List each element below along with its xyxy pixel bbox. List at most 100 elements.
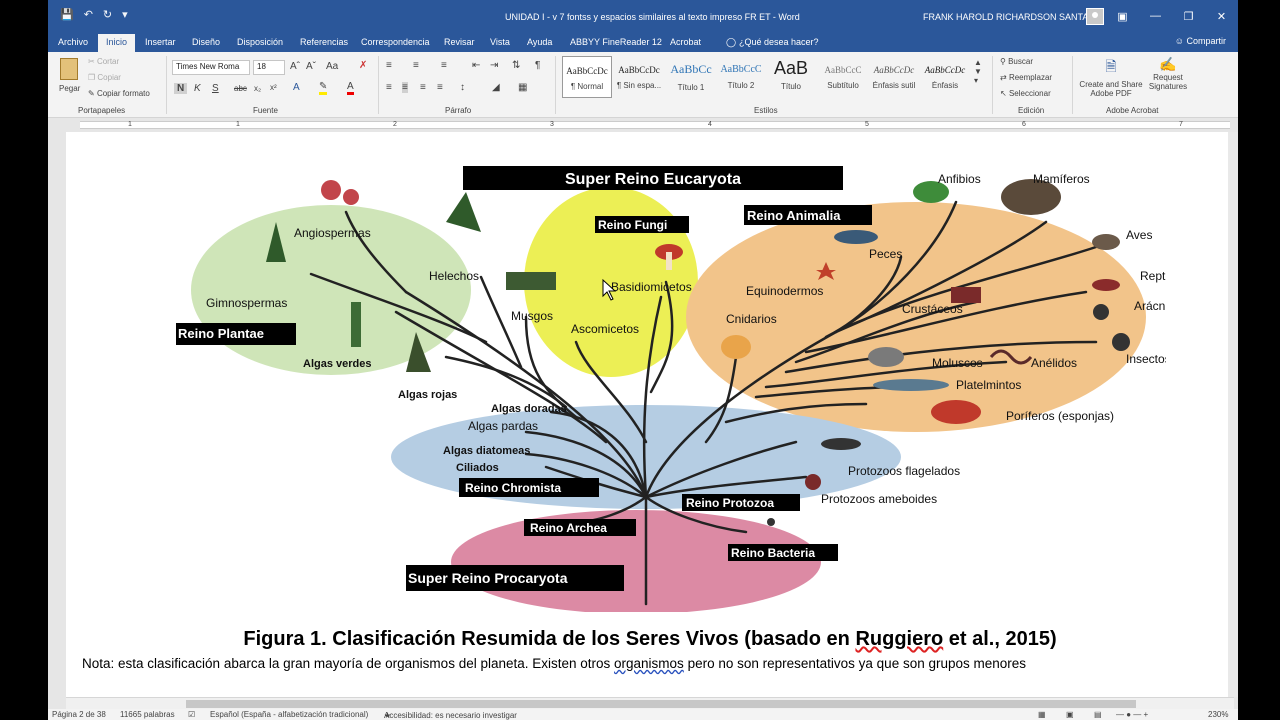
decrease-indent-icon[interactable]: ⇤ [472,60,480,71]
redo-icon[interactable]: ↻ [103,8,112,21]
align-left-icon[interactable]: ≡ [386,82,392,93]
minimize-icon[interactable]: — [1139,0,1172,32]
document-page[interactable]: Super Reino Eucaryota Reino Plantae Rein… [66,132,1234,697]
style-heading-2[interactable]: AaBbCcC Título 2 [716,56,766,98]
bullets-icon[interactable]: ≡ [386,60,392,71]
align-right-icon[interactable]: ≡ [420,82,426,93]
format-painter-button[interactable]: ✎ Copiar formato [88,89,150,98]
tab-abbyy[interactable]: ABBYY FineReader 12 [562,34,670,52]
protozoa-label: Protozoos flagelados [848,464,960,478]
tab-acrobat[interactable]: Acrobat [662,34,709,52]
pilcrow-icon[interactable]: ¶ [535,60,540,71]
word-window: 💾 ↶ ↻ ▾ UNIDAD I - v 7 fontss y espacios… [48,0,1238,720]
superscript-icon[interactable]: x² [270,83,277,92]
copy-button[interactable]: ❐ Copiar [88,73,121,82]
vertical-scrollbar[interactable] [1228,132,1238,697]
text-effects-icon[interactable]: A [293,82,300,93]
style-emphasis[interactable]: AaBbCcDc Énfasis [920,56,970,98]
close-icon[interactable]: ✕ [1205,0,1238,32]
tell-me-search[interactable]: ¿Qué desea hacer? [731,34,827,52]
tab-disposicion[interactable]: Disposición [229,34,291,52]
figure-caption: Figura 1. Clasificación Resumida de los … [66,628,1234,651]
horizontal-ruler[interactable]: 1 1 2 3 4 5 6 7 [48,118,1238,132]
numbering-icon[interactable]: ≡ [413,60,419,71]
zoom-slider[interactable]: — ● — + [1116,710,1148,719]
clear-format-icon[interactable]: ✗ [359,60,367,71]
snail-icon [868,347,904,367]
grow-font-icon[interactable]: Aˆ [290,61,300,72]
style-heading-1[interactable]: AaBbCc Título 1 [666,56,716,98]
ribbon-tabs: Archivo Inicio Insertar Diseño Disposici… [48,32,1238,52]
user-name[interactable]: FRANK HAROLD RICHARDSON SANTANA [923,12,1101,22]
tab-insertar[interactable]: Insertar [137,34,184,52]
proofing-icon[interactable]: ☑ [188,710,195,719]
web-layout-icon[interactable]: ▤ [1094,710,1102,719]
language-indicator[interactable]: Español (España - alfabetización tradici… [210,710,368,719]
font-color-icon[interactable]: A [347,82,354,95]
style-name: Título 1 [677,83,705,92]
tab-inicio[interactable]: Inicio [98,34,136,52]
replace-button[interactable]: ⇄ Reemplazar [1000,73,1052,82]
bold-icon[interactable]: N [174,83,188,94]
change-case-icon[interactable]: Aa [326,61,338,72]
save-icon[interactable]: 💾 [60,8,74,21]
animal-label: Insectos [1126,352,1166,366]
ruler-number: 1 [128,121,132,128]
horizontal-scrollbar[interactable] [66,697,1234,709]
tab-ayuda[interactable]: Ayuda [519,34,560,52]
tab-correspondencia[interactable]: Correspondencia [353,34,438,52]
style-name: Título 2 [727,81,755,90]
kingdom-fungi-label: Reino Fungi [598,218,667,232]
style-title[interactable]: AaB Título [766,56,816,98]
style-no-spacing[interactable]: AaBbCcDc ¶ Sin espa... [614,56,664,98]
shading-icon[interactable]: ◢ [492,82,500,93]
create-pdf-button[interactable]: 🗎 Create and Share Adobe PDF [1078,56,1144,104]
shrink-font-icon[interactable]: Aˇ [306,61,316,72]
increase-indent-icon[interactable]: ⇥ [490,60,498,71]
align-center-icon[interactable]: ≡ [402,82,408,93]
line-spacing-icon[interactable]: ↕ [460,82,465,93]
tab-vista[interactable]: Vista [482,34,518,52]
cut-button[interactable]: ✂ Cortar [88,57,119,66]
paste-button[interactable]: Pegar [56,56,84,100]
font-name-dropdown[interactable]: Times New Roma [172,60,250,75]
underline-icon[interactable]: S [212,83,219,94]
page-count[interactable]: Página 2 de 38 [52,710,106,719]
find-button[interactable]: ⚲ Buscar [1000,57,1033,66]
word-count[interactable]: 11665 palabras [120,710,175,719]
font-size-dropdown[interactable]: 18 [253,60,285,75]
avatar[interactable] [1086,8,1104,25]
sort-icon[interactable]: ⇅ [512,60,520,71]
fungi-label: Ascomicetos [571,322,639,336]
strikethrough-icon[interactable]: abc [234,84,247,93]
undo-icon[interactable]: ↶ [84,8,93,21]
style-sample: AaBbCcDc [924,65,966,75]
select-button[interactable]: ↖ Seleccionar [1000,89,1051,98]
borders-icon[interactable]: ▦ [518,82,527,93]
style-subtitle[interactable]: AaBbCcC Subtítulo [818,56,868,98]
tab-archivo[interactable]: Archivo [50,34,96,52]
italic-icon[interactable]: K [194,83,201,94]
gallery-scroll-icon[interactable]: ▲ ▼ ▾ [974,58,982,85]
tab-diseno[interactable]: Diseño [184,34,228,52]
style-normal[interactable]: AaBbCcDc ¶ Normal [562,56,612,98]
ribbon-display-icon[interactable]: ▣ [1106,0,1139,32]
share-button[interactable]: ☺ Compartir [1175,36,1226,46]
subscript-icon[interactable]: x₂ [254,84,261,93]
request-signatures-button[interactable]: ✍ Request Signatures [1146,56,1190,104]
horizontal-scroll-thumb[interactable] [186,700,1136,708]
multilevel-list-icon[interactable]: ≡ [441,60,447,71]
animal-label: Poríferos (esponjas) [1006,409,1114,423]
highlight-icon[interactable]: ✎ [319,82,328,95]
green-algae-icon [351,302,361,347]
restore-icon[interactable]: ❐ [1172,0,1205,32]
style-subtle-emphasis[interactable]: AaBbCcDc Énfasis sutil [869,56,919,98]
group-label-paragraph: Párrafo [445,106,472,115]
justify-icon[interactable]: ≡ [437,82,443,93]
zoom-level[interactable]: 230% [1208,710,1228,719]
tab-referencias[interactable]: Referencias [292,34,356,52]
customize-qat-icon[interactable]: ▾ [122,8,128,21]
print-layout-icon[interactable]: ▣ [1066,710,1074,719]
tab-revisar[interactable]: Revisar [436,34,483,52]
read-mode-icon[interactable]: ▦ [1038,710,1046,719]
